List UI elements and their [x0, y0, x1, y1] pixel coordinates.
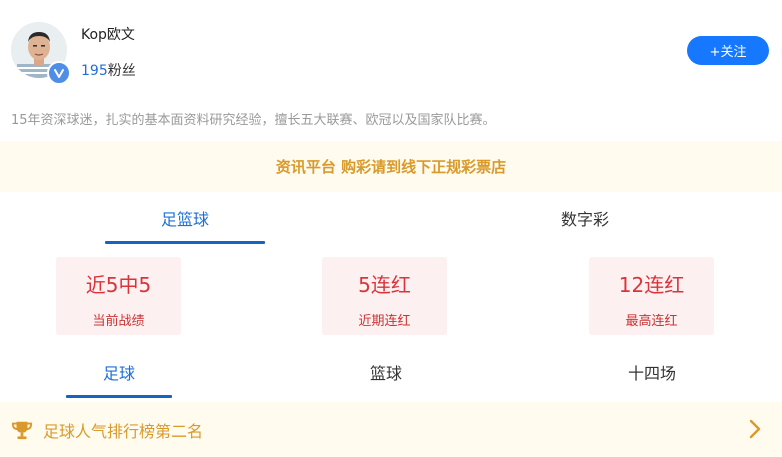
- stat-label: 当前战绩: [92, 314, 145, 329]
- rank-text: 足球人气排行榜第二名: [43, 421, 204, 441]
- stat-card-current-record: 近5中5 当前战绩: [56, 257, 181, 335]
- expert-profile-page: Kop欧文 195粉丝 +关注 15年资深球迷，扎实的基本面资料研究经验，擅长五…: [0, 0, 782, 457]
- trophy-icon: [11, 421, 33, 439]
- notice-text: 资讯平台 购彩请到线下正规彩票店: [275, 158, 507, 176]
- subtab-label: 足球: [102, 364, 135, 383]
- stat-value: 12连红: [618, 273, 685, 297]
- subtab-football[interactable]: 足球: [66, 360, 172, 398]
- profile-bio: 15年资深球迷，扎实的基本面资料研究经验，擅长五大联赛、欧冠以及国家队比赛。: [11, 113, 496, 128]
- fans-count: 195粉丝: [81, 60, 136, 80]
- username: Kop欧文: [81, 27, 135, 43]
- stat-card-recent-streak: 5连红 近期连红: [322, 257, 447, 335]
- subtab-basketball[interactable]: 篮球: [333, 360, 439, 398]
- rank-banner[interactable]: 足球人气排行榜第二名: [0, 402, 782, 457]
- active-subtab-indicator: [66, 395, 172, 398]
- tab-label: 足篮球: [160, 210, 209, 229]
- subtab-fourteen-matches[interactable]: 十四场: [599, 360, 705, 398]
- stat-value: 5连红: [358, 273, 411, 297]
- fans-label: 粉丝: [107, 63, 136, 79]
- tab-football-basketball[interactable]: 足篮球: [105, 206, 265, 244]
- notice-banner: 资讯平台 购彩请到线下正规彩票店: [0, 141, 782, 192]
- subtab-label: 篮球: [369, 364, 402, 383]
- verified-badge-icon: [47, 61, 71, 85]
- stat-card-best-streak: 12连红 最高连红: [589, 257, 714, 335]
- fans-number: 195: [81, 63, 108, 79]
- stat-label: 最高连红: [625, 314, 678, 329]
- tab-label: 数字彩: [560, 210, 609, 229]
- chevron-right-icon[interactable]: [748, 418, 762, 440]
- tab-number-lottery[interactable]: 数字彩: [505, 206, 665, 244]
- subtab-label: 十四场: [627, 364, 676, 383]
- stat-value: 近5中5: [85, 273, 152, 297]
- stat-label: 近期连红: [358, 314, 411, 329]
- active-tab-indicator: [105, 241, 265, 244]
- follow-button[interactable]: +关注: [687, 36, 769, 65]
